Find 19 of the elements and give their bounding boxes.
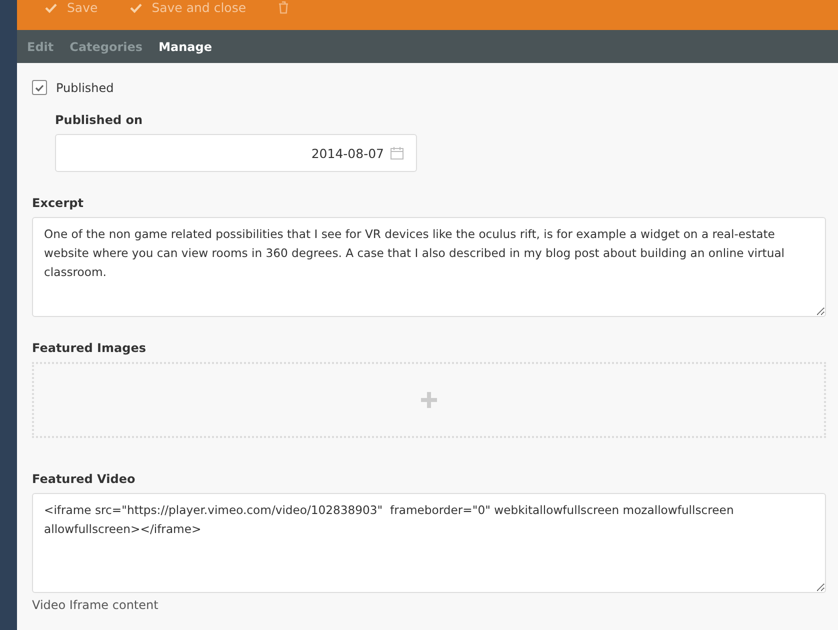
published-on-label: Published on [55, 113, 144, 127]
image-dropzone[interactable] [32, 362, 826, 438]
published-checkbox[interactable] [32, 80, 47, 95]
published-label: Published [56, 80, 114, 94]
date-field[interactable]: 2014-08-07 [55, 134, 417, 172]
excerpt-label: Excerpt [32, 196, 84, 210]
calendar-icon [390, 146, 404, 160]
excerpt-field[interactable]: One of the non game related possibilities that I see for VR devices like the oculus rift, is for example a widget on a real-estate website where you can view rooms in 360 degrees. A case that I also described in my blog post about building an online virtual classroom. [32, 217, 826, 317]
check-icon [45, 2, 57, 12]
tab[interactable]: Manage [158, 40, 212, 54]
video-field[interactable]: <iframe src="https://player.vimeo.com/video/102838903" frameborder="0" webkitallowfullscreen mozallowfullscreen allowfullscreen></iframe> [32, 493, 826, 593]
help-text: Video Iframe content [32, 598, 160, 612]
check-icon [130, 2, 142, 12]
delete-button[interactable] [278, 0, 290, 15]
trash-icon [278, 1, 290, 14]
plus-icon [420, 391, 438, 409]
check-icon [35, 84, 44, 92]
featured-images-label: Featured Images [32, 341, 147, 355]
featured-video-label: Featured Video [32, 472, 136, 486]
